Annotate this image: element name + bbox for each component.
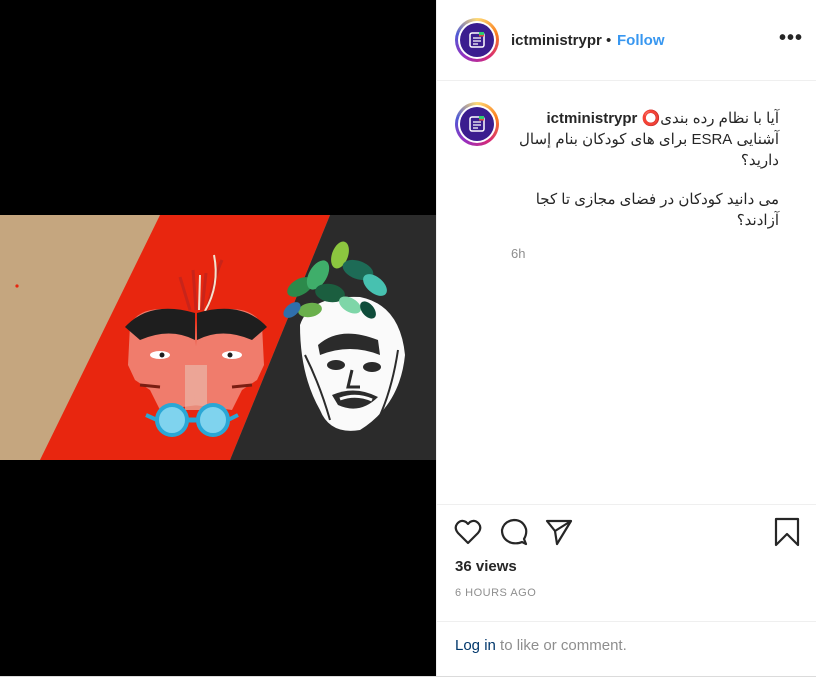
actions-section: 36 views 6 HOURS AGO Log in to like or c… xyxy=(437,504,816,677)
views-count[interactable]: 36 views xyxy=(455,558,517,575)
more-horizontal-icon[interactable]: ••• xyxy=(779,27,803,50)
comment-icon[interactable] xyxy=(500,518,528,551)
follow-button[interactable]: Follow xyxy=(617,32,665,49)
post-frame: ictministrypr • Follow ••• آیا با نظام ر… xyxy=(0,0,816,677)
avatar[interactable] xyxy=(455,18,499,62)
caption-line3: می دانید کودکان در فضای مجازی تا کجا آزا… xyxy=(535,191,779,229)
caption-time[interactable]: 6h xyxy=(511,246,525,261)
logo-icon xyxy=(469,116,485,132)
heart-icon[interactable] xyxy=(454,519,482,550)
bookmark-icon[interactable] xyxy=(774,517,800,552)
caption-text: آیا با نظام رده بندی⭕ ictministrypr آشنا… xyxy=(511,108,779,231)
send-icon[interactable] xyxy=(545,518,573,551)
caption-line1: آیا با نظام رده بندی⭕ xyxy=(641,110,779,127)
header-username[interactable]: ictministrypr xyxy=(511,32,602,49)
post-header: ictministrypr • Follow ••• xyxy=(437,0,816,81)
caption-avatar[interactable] xyxy=(455,102,499,146)
login-link[interactable]: Log in xyxy=(455,637,496,654)
login-prompt: to like or comment. xyxy=(495,637,627,654)
separator-dot: • xyxy=(606,32,612,49)
video-thumbnail xyxy=(0,215,436,460)
post-timestamp[interactable]: 6 HOURS AGO xyxy=(455,587,536,599)
post-video[interactable] xyxy=(0,0,436,676)
login-row: Log in to like or comment. xyxy=(437,621,816,678)
caption-username[interactable]: ictministrypr xyxy=(547,110,638,127)
caption-line2: آشنایی ESRA برای های کودکان بنام إسال دا… xyxy=(518,131,779,169)
logo-icon xyxy=(469,32,485,48)
post-sidebar: ictministrypr • Follow ••• آیا با نظام ر… xyxy=(436,0,816,676)
